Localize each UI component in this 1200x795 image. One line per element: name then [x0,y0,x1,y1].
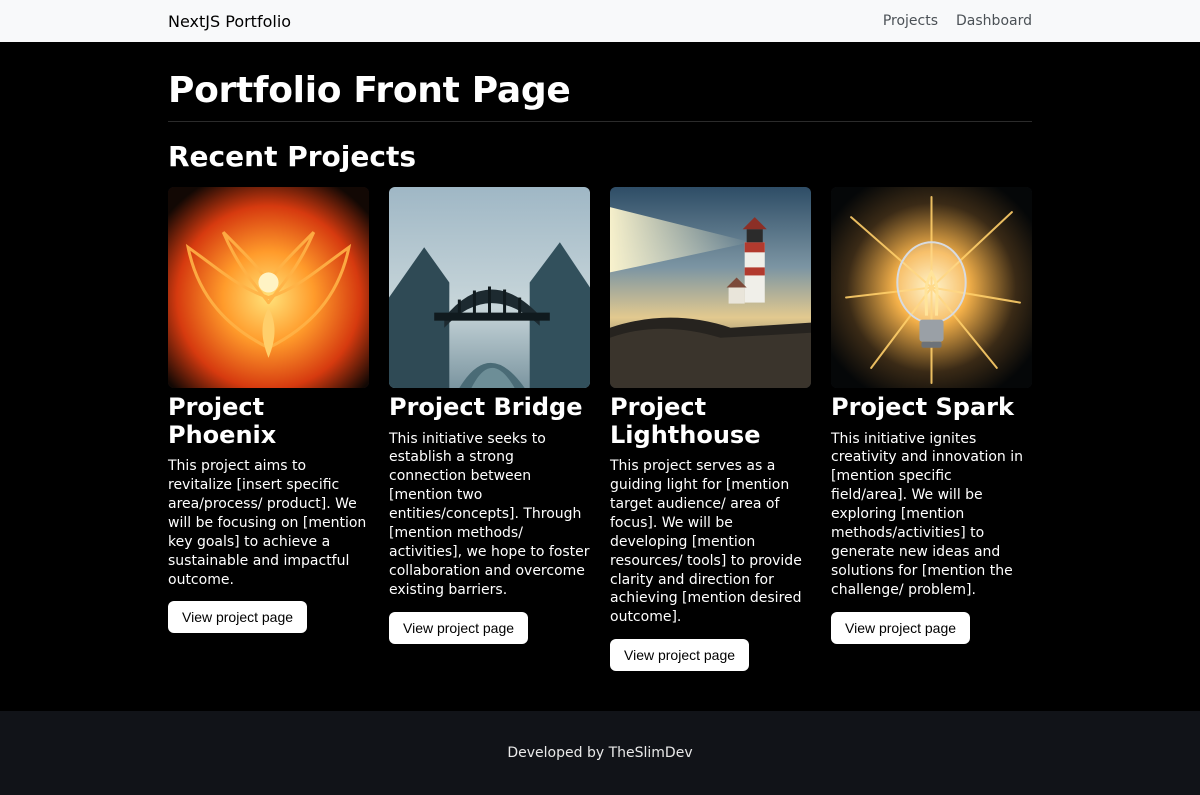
project-card-lighthouse: Project Lighthouse This project serves a… [610,187,811,671]
project-thumb-phoenix [168,187,369,388]
navbar: NextJS Portfolio Projects Dashboard [0,0,1200,42]
footer: Developed by TheSlimDev [0,711,1200,795]
project-thumb-lighthouse [610,187,811,388]
project-thumb-bridge [389,187,590,388]
project-thumb-spark [831,187,1032,388]
brand-title[interactable]: NextJS Portfolio [168,12,291,31]
nav-link-dashboard[interactable]: Dashboard [956,13,1032,29]
project-title: Project Lighthouse [610,394,811,449]
nav-links: Projects Dashboard [883,13,1032,29]
footer-text: Developed by TheSlimDev [507,745,692,761]
project-title: Project Bridge [389,394,590,422]
view-project-button[interactable]: View project page [610,639,749,671]
projects-grid: Project Phoenix This project aims to rev… [168,187,1032,671]
project-title: Project Phoenix [168,394,369,449]
section-title: Recent Projects [168,140,1032,173]
page-title: Portfolio Front Page [168,70,1032,122]
project-description: This project serves as a guiding light f… [610,457,811,627]
main-container: Portfolio Front Page Recent Projects [0,42,1200,711]
nav-link-projects[interactable]: Projects [883,13,938,29]
view-project-button[interactable]: View project page [168,601,307,633]
project-card-phoenix: Project Phoenix This project aims to rev… [168,187,369,671]
project-card-bridge: Project Bridge This initiative seeks to … [389,187,590,671]
view-project-button[interactable]: View project page [831,612,970,644]
project-description: This initiative seeks to establish a str… [389,430,590,600]
view-project-button[interactable]: View project page [389,612,528,644]
project-description: This project aims to revitalize [insert … [168,457,369,589]
project-description: This initiative ignites creativity and i… [831,430,1032,600]
project-title: Project Spark [831,394,1032,422]
project-card-spark: Project Spark This initiative ignites cr… [831,187,1032,671]
